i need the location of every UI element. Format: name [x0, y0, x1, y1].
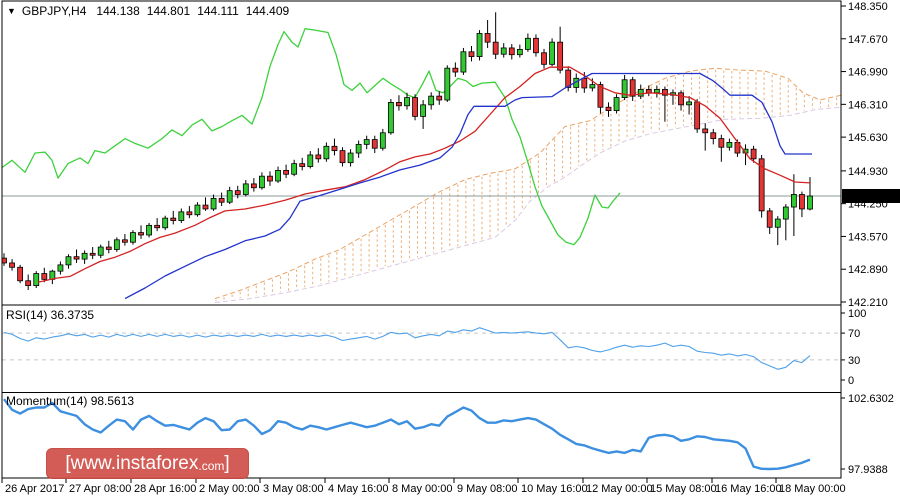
svg-text:2 May 00:00: 2 May 00:00: [199, 483, 260, 495]
ohlc-high: 144.801: [146, 4, 191, 18]
symbol-dropdown-icon[interactable]: ▼: [7, 6, 16, 16]
momentum-indicator-label: Momentum(14) 98.5613: [6, 394, 135, 408]
svg-text:146.990: 146.990: [848, 67, 888, 79]
svg-text:30: 30: [848, 355, 860, 367]
svg-text:16 May 16:00: 16 May 16:00: [715, 483, 782, 495]
svg-text:3 May 08:00: 3 May 08:00: [263, 483, 324, 495]
chart-title: ▼ GBPJPY,H4 144.138 144.801 144.111 144.…: [7, 4, 296, 18]
watermark-tld: .com: [198, 459, 225, 473]
rsi-indicator-label: RSI(14) 36.3735: [6, 308, 95, 322]
svg-text:146.310: 146.310: [848, 99, 888, 111]
svg-text:147.670: 147.670: [848, 34, 888, 46]
watermark-bracket-right: ]: [224, 453, 230, 474]
svg-text:97.9388: 97.9388: [848, 464, 888, 476]
ohlc-low: 144.111: [197, 4, 239, 18]
mt4-chart-window: 148.350 147.670 146.990 146.310 145.630 144.9…: [0, 0, 900, 500]
svg-text:70: 70: [848, 328, 860, 340]
svg-text:9 May 08:00: 9 May 08:00: [457, 483, 518, 495]
svg-text:0: 0: [848, 375, 854, 387]
svg-text:8 May 00:00: 8 May 00:00: [392, 483, 453, 495]
svg-text:100: 100: [848, 308, 866, 320]
ohlc-open: 144.138: [96, 4, 140, 18]
svg-text:26 Apr 2017: 26 Apr 2017: [5, 483, 64, 495]
svg-text:15 May 08:00: 15 May 08:00: [650, 483, 717, 495]
svg-text:142.890: 142.890: [848, 264, 888, 276]
instaforex-watermark: [ www.instaforex .com ]: [46, 448, 249, 479]
watermark-domain: www.instaforex: [70, 453, 199, 474]
svg-text:145.630: 145.630: [848, 132, 888, 144]
symbol-timeframe-label: GBPJPY,H4: [21, 4, 87, 18]
svg-text:27 Apr 08:00: 27 Apr 08:00: [69, 483, 131, 495]
svg-text:143.570: 143.570: [848, 231, 888, 243]
svg-text:144.409: 144.409: [846, 191, 886, 203]
svg-text:4 May 16:00: 4 May 16:00: [328, 483, 389, 495]
svg-text:144.930: 144.930: [848, 166, 888, 178]
ohlc-close: 144.409: [245, 4, 290, 18]
chart-canvas[interactable]: 148.350 147.670 146.990 146.310 145.630 144.9…: [0, 0, 900, 500]
svg-text:148.350: 148.350: [848, 1, 888, 13]
svg-text:28 Apr 16:00: 28 Apr 16:00: [134, 483, 196, 495]
svg-text:18 May 00:00: 18 May 00:00: [779, 483, 846, 495]
svg-text:10 May 16:00: 10 May 16:00: [521, 483, 588, 495]
svg-text:12 May 00:00: 12 May 00:00: [586, 483, 653, 495]
svg-text:102.6302: 102.6302: [848, 393, 894, 405]
